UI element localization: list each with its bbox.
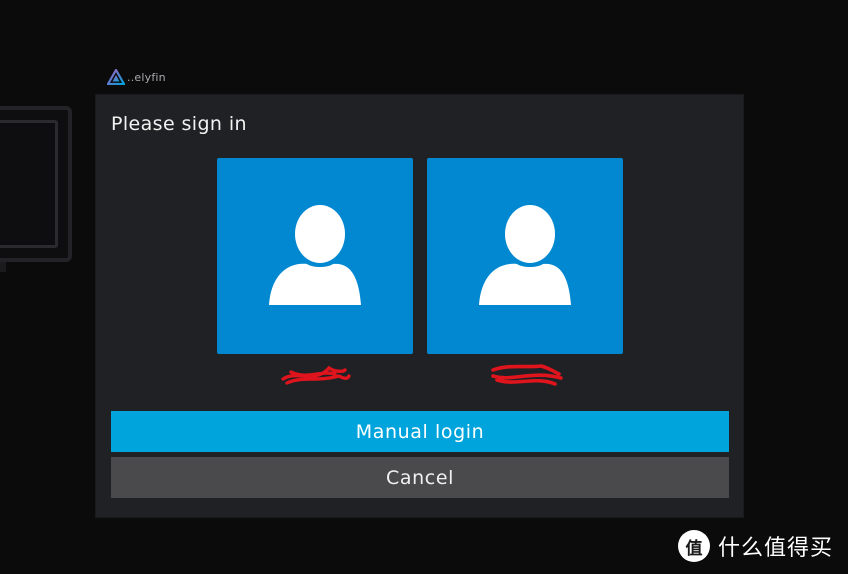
redaction-scribble <box>491 364 563 386</box>
user-avatar-icon <box>269 205 361 305</box>
user-tile-2[interactable] <box>427 158 623 354</box>
user-name-2 <box>427 358 623 388</box>
user-tile-1[interactable] <box>217 158 413 354</box>
user-avatar-icon <box>479 205 571 305</box>
manual-login-button[interactable]: Manual login <box>111 411 729 452</box>
user-name-1 <box>217 358 413 388</box>
sign-in-dialog: Please sign in Manual login Cancel <box>96 95 743 517</box>
user-card-1[interactable] <box>217 158 413 385</box>
cancel-button[interactable]: Cancel <box>111 457 729 498</box>
background-monitor-graphic <box>0 106 72 262</box>
redaction-scribble <box>281 365 351 385</box>
watermark-text: 什么值得买 <box>718 536 834 561</box>
jellyfin-logo-icon <box>107 69 125 85</box>
app-logo: ..elyfin <box>107 69 166 85</box>
background-monitor-stand <box>0 262 6 272</box>
watermark: 值 什么值得买 <box>678 530 833 562</box>
user-card-2[interactable] <box>427 158 623 386</box>
logo-text: ..elyfin <box>127 70 166 84</box>
watermark-badge: 值 <box>678 530 710 562</box>
dialog-title: Please sign in <box>111 113 247 135</box>
